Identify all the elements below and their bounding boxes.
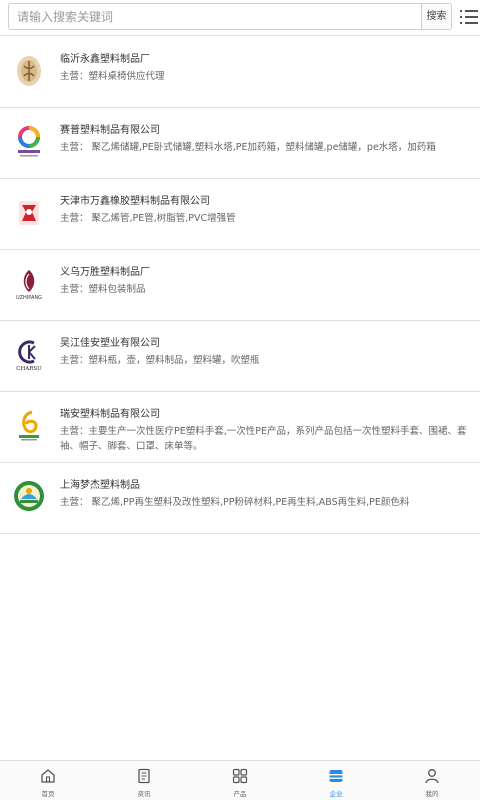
- list-item[interactable]: 赛普塑料制品有限公司 主营： 聚乙烯储罐,PE卧式储罐,塑料水塔,PE加药箱，塑…: [0, 108, 480, 179]
- tab-news[interactable]: 资讯: [96, 761, 192, 800]
- list-item[interactable]: 瑞安塑料制品有限公司 主营：主要生产一次性医疗PE塑料手套,一次性PE产品，系列…: [0, 392, 480, 463]
- list-item[interactable]: 天津市万鑫橡胶塑料制品有限公司 主营： 聚乙烯管,PE管,树脂管,PVC增强管: [0, 179, 480, 250]
- company-name: 临沂永鑫塑料制品厂: [60, 54, 150, 65]
- ruian-logo: [12, 406, 46, 446]
- company-name: 赛普塑料制品有限公司: [60, 125, 160, 136]
- list-item[interactable]: CHARSU 吴江佳安塑业有限公司 主营：塑料瓶，壶，塑料制品，塑料罐，吹塑瓶: [0, 321, 480, 392]
- company-name: 天津市万鑫橡胶塑料制品有限公司: [60, 196, 210, 207]
- wanxin-logo: [12, 193, 46, 233]
- bottom-nav: 首页 资讯 产品 企业 我的: [0, 760, 480, 800]
- home-icon: [40, 768, 56, 784]
- top-bar: 搜索: [0, 0, 480, 36]
- svg-text:CHARSU: CHARSU: [16, 366, 42, 372]
- company-main-business: 主营：主要生产一次性医疗PE塑料手套,一次性PE产品，系列产品包括一次性塑料手套…: [60, 426, 467, 452]
- company-main-business: 主营：塑料桌椅供应代理: [60, 71, 165, 82]
- mengjie-logo: [12, 477, 46, 517]
- svg-text:UZHIPANG: UZHIPANG: [16, 295, 42, 301]
- search-input[interactable]: [9, 4, 423, 29]
- news-icon: [136, 768, 152, 784]
- user-icon: [424, 768, 440, 784]
- company-name: 吴江佳安塑业有限公司: [60, 338, 160, 349]
- company-main-business: 主营： 聚乙烯储罐,PE卧式储罐,塑料水塔,PE加药箱，塑料储罐,pe储罐，pe…: [60, 142, 436, 153]
- tab-company[interactable]: 企业: [288, 761, 384, 800]
- charsu-logo: CHARSU: [12, 335, 46, 375]
- company-list: 临沂永鑫塑料制品厂 主营：塑料桌椅供应代理 赛普塑料制品有限公司 主营： 聚乙烯…: [0, 37, 480, 534]
- saipu-logo: [12, 122, 46, 162]
- list-item[interactable]: 临沂永鑫塑料制品厂 主营：塑料桌椅供应代理: [0, 37, 480, 108]
- list-item[interactable]: 上海梦杰塑料制品 主营： 聚乙烯,PP再生塑料及改性塑料,PP粉碎材料,PE再生…: [0, 463, 480, 534]
- company-name: 瑞安塑料制品有限公司: [60, 409, 160, 420]
- tab-label: 企业: [329, 790, 343, 798]
- tab-products[interactable]: 产品: [192, 761, 288, 800]
- wansheng-logo: UZHIPANG: [12, 264, 46, 304]
- search-button[interactable]: 搜索: [421, 4, 451, 29]
- tab-label: 首页: [41, 790, 55, 798]
- company-name: 上海梦杰塑料制品: [60, 480, 140, 491]
- yongxin-logo: [12, 51, 46, 91]
- tab-label: 资讯: [137, 790, 151, 798]
- list-menu-icon[interactable]: [460, 8, 478, 26]
- list-item[interactable]: UZHIPANG 义乌万胜塑料制品厂 主营：塑料包装制品: [0, 250, 480, 321]
- tab-home[interactable]: 首页: [0, 761, 96, 800]
- tab-label: 产品: [233, 790, 247, 798]
- company-icon: [328, 768, 344, 784]
- search-box: 搜索: [8, 3, 452, 30]
- company-main-business: 主营：塑料包装制品: [60, 284, 146, 295]
- company-main-business: 主营： 聚乙烯,PP再生塑料及改性塑料,PP粉碎材料,PE再生料,ABS再生料,…: [60, 497, 410, 508]
- company-name: 义乌万胜塑料制品厂: [60, 267, 150, 278]
- tab-label: 我的: [425, 790, 439, 798]
- company-main-business: 主营： 聚乙烯管,PE管,树脂管,PVC增强管: [60, 213, 236, 224]
- company-main-business: 主营：塑料瓶，壶，塑料制品，塑料罐，吹塑瓶: [60, 355, 260, 366]
- grid-icon: [232, 768, 248, 784]
- tab-mine[interactable]: 我的: [384, 761, 480, 800]
